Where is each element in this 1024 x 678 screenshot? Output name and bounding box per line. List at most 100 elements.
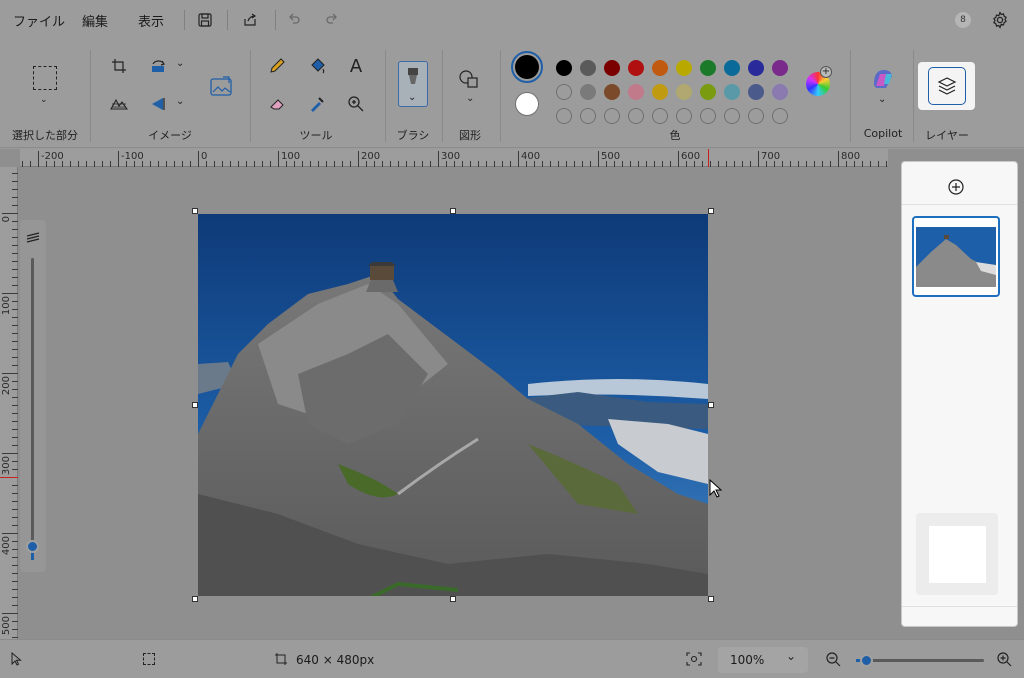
palette-color-swatch[interactable]	[772, 60, 788, 76]
palette-color-swatch[interactable]	[580, 60, 596, 76]
rotate-icon[interactable]	[148, 55, 170, 77]
menu-edit[interactable]: 編集	[82, 11, 108, 30]
palette-color-swatch[interactable]	[652, 60, 668, 76]
zoom-in-icon[interactable]	[996, 651, 1012, 670]
selection-group-label: 選択した部分	[12, 129, 78, 142]
palette-color-swatch[interactable]	[676, 84, 692, 100]
palette-color-swatch[interactable]	[748, 60, 764, 76]
layers-button[interactable]	[918, 62, 975, 110]
redo-icon[interactable]	[322, 10, 342, 30]
ruler-tick	[870, 161, 871, 167]
palette-color-swatch[interactable]	[676, 60, 692, 76]
ribbon-divider	[850, 50, 851, 142]
palette-color-swatch[interactable]	[652, 84, 668, 100]
palette-color-swatch[interactable]	[628, 84, 644, 100]
menu-view[interactable]: 表示	[138, 11, 164, 30]
menu-file[interactable]: ファイル	[13, 11, 65, 30]
zoom-slider-thumb[interactable]	[860, 654, 874, 667]
resize-icon[interactable]	[108, 93, 130, 115]
resize-handle-bottom-left[interactable]	[192, 596, 198, 602]
custom-color-slot[interactable]	[628, 108, 644, 124]
ruler-tick	[318, 161, 319, 167]
custom-color-slot[interactable]	[700, 108, 716, 124]
custom-color-slot[interactable]	[772, 108, 788, 124]
resize-handle-top-left[interactable]	[192, 208, 198, 214]
custom-color-slot[interactable]	[676, 108, 692, 124]
shapes-icon[interactable]	[458, 68, 480, 90]
text-tool-icon[interactable]: A	[345, 55, 367, 77]
primary-color-slot[interactable]	[511, 51, 543, 83]
resize-handle-right[interactable]	[708, 402, 714, 408]
selection-rect-icon[interactable]	[33, 66, 57, 90]
image-generate-icon[interactable]	[208, 74, 234, 100]
resize-handle-bottom-right[interactable]	[708, 596, 714, 602]
ruler-tick	[174, 161, 175, 167]
palette-color-swatch[interactable]	[604, 60, 620, 76]
fit-to-window-icon[interactable]	[686, 652, 702, 669]
ruler-h-label: 600	[681, 151, 701, 162]
ruler-tick	[814, 161, 815, 167]
resize-handle-left[interactable]	[192, 402, 198, 408]
custom-color-slot[interactable]	[748, 108, 764, 124]
palette-color-swatch[interactable]	[724, 84, 740, 100]
ruler-tick	[582, 161, 583, 167]
ruler-v-label: 400	[1, 536, 12, 556]
settings-gear-icon[interactable]	[990, 10, 1010, 30]
zoom-slider-track[interactable]	[856, 654, 984, 667]
zoom-out-icon[interactable]	[825, 651, 841, 670]
color-picker-icon[interactable]	[306, 93, 328, 115]
crop-icon[interactable]	[108, 55, 130, 77]
image-group-label: イメージ	[148, 129, 192, 142]
palette-color-swatch[interactable]	[700, 84, 716, 100]
brush-size-thumb[interactable]	[26, 540, 39, 553]
eraser-icon[interactable]	[266, 93, 288, 115]
save-icon[interactable]	[195, 10, 215, 30]
ruler-tick	[12, 461, 18, 462]
share-icon[interactable]	[240, 10, 260, 30]
resize-handle-bottom[interactable]	[450, 596, 456, 602]
flip-icon[interactable]	[148, 93, 170, 115]
canvas-image[interactable]	[198, 214, 708, 596]
brush-button[interactable]: ⌄	[398, 61, 428, 107]
custom-color-slot[interactable]	[652, 108, 668, 124]
brush-size-track[interactable]	[31, 258, 34, 560]
palette-color-swatch[interactable]	[748, 84, 764, 100]
palette-color-swatch[interactable]	[556, 84, 572, 100]
account-avatar[interactable]: 8	[955, 12, 971, 28]
fill-bucket-icon[interactable]	[306, 55, 328, 77]
undo-icon[interactable]	[284, 10, 304, 30]
resize-handle-top[interactable]	[450, 208, 456, 214]
custom-color-slot[interactable]	[556, 108, 572, 124]
shapes-chevron-down-icon[interactable]: ⌄	[466, 93, 474, 104]
palette-color-swatch[interactable]	[556, 60, 572, 76]
palette-color-swatch[interactable]	[724, 60, 740, 76]
layer-thumbnail-1[interactable]	[912, 216, 1000, 297]
ruler-tick	[12, 525, 18, 526]
ruler-tick	[422, 161, 423, 167]
palette-color-swatch[interactable]	[700, 60, 716, 76]
palette-color-swatch[interactable]	[772, 84, 788, 100]
rotate-chevron-down-icon[interactable]: ⌄	[176, 58, 184, 69]
add-layer-icon[interactable]	[947, 178, 965, 196]
zoom-dropdown[interactable]: 100% ⌄	[718, 647, 808, 673]
palette-color-swatch[interactable]	[628, 60, 644, 76]
secondary-color-swatch[interactable]	[515, 92, 539, 116]
resize-handle-top-right[interactable]	[708, 208, 714, 214]
selection-chevron-down-icon[interactable]: ⌄	[40, 95, 48, 105]
edit-colors-icon[interactable]: +	[806, 66, 832, 96]
custom-color-slot[interactable]	[724, 108, 740, 124]
ruler-tick	[718, 161, 719, 167]
custom-color-slot[interactable]	[580, 108, 596, 124]
background-layer-thumbnail[interactable]	[916, 513, 998, 595]
ruler-tick	[366, 161, 367, 167]
copilot-icon[interactable]	[870, 66, 896, 92]
custom-color-slot[interactable]	[604, 108, 620, 124]
palette-color-swatch[interactable]	[580, 84, 596, 100]
palette-color-swatch[interactable]	[604, 84, 620, 100]
ruler-tick	[790, 161, 791, 167]
flip-chevron-down-icon[interactable]: ⌄	[176, 96, 184, 107]
pencil-icon[interactable]	[266, 55, 288, 77]
copilot-chevron-down-icon[interactable]: ⌄	[878, 94, 886, 105]
magnifier-icon[interactable]	[345, 93, 367, 115]
ruler-tick	[12, 437, 18, 438]
